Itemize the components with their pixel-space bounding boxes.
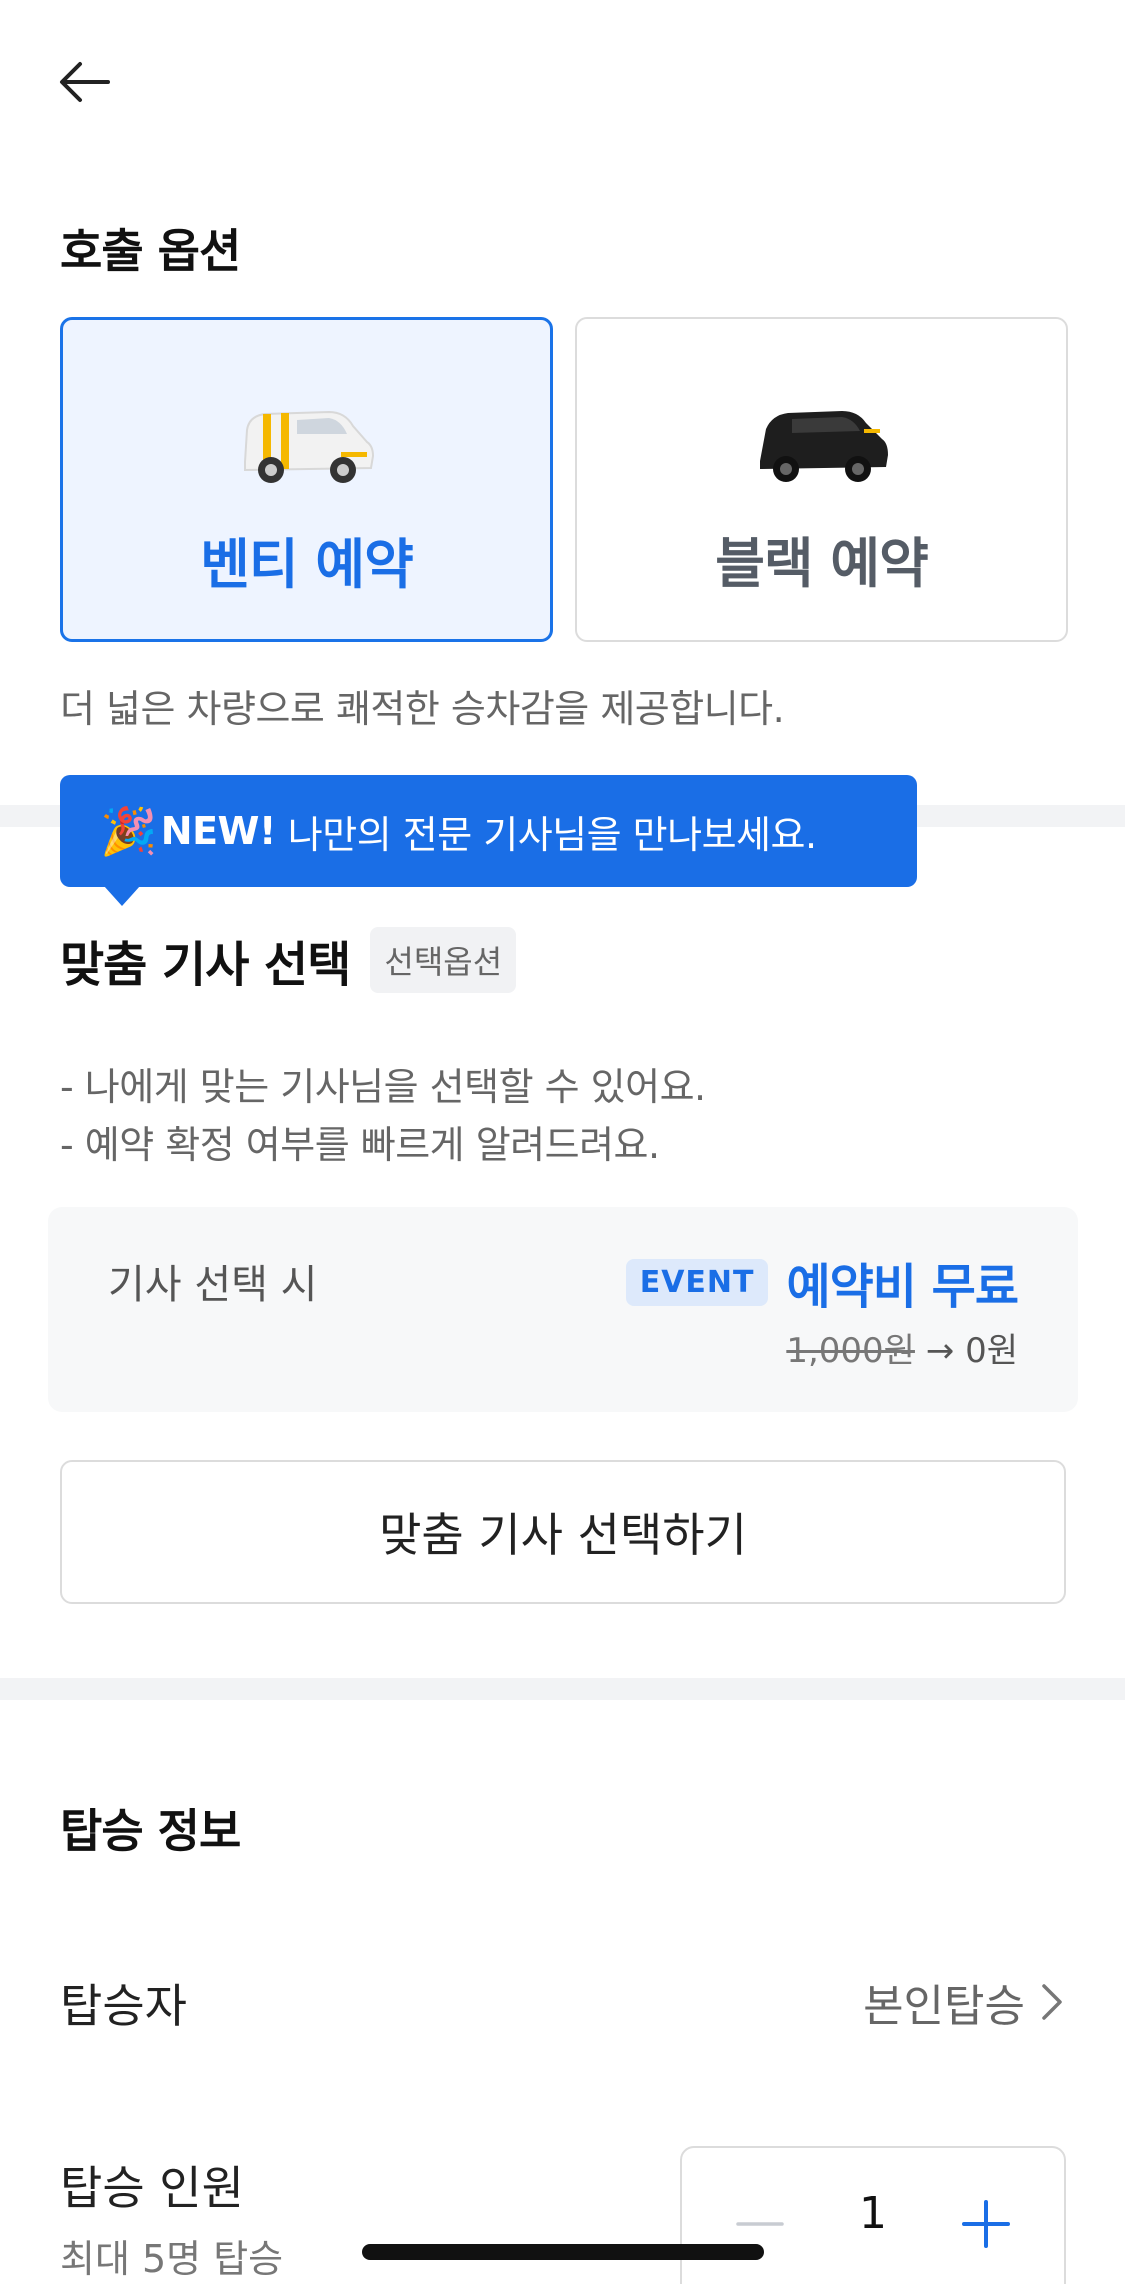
fee-detail: EVENT 예약비 무료 1,000원 → 0원 [625, 1247, 1019, 1372]
driver-select-header: 맞춤 기사 선택 선택옵션 [60, 925, 517, 995]
passenger-count-limit: 최대 5명 탑승 [60, 2237, 284, 2281]
banner-text: 나만의 전문 기사님을 만나보세요. [287, 812, 817, 857]
optional-chip: 선택옵션 [370, 927, 517, 993]
section-divider [0, 1678, 1125, 1700]
screen: 호출 옵션 벤티 예약 블랙 예약 더 넓은 차량으로 쾌적한 승차감을 제공합… [0, 0, 1125, 2284]
passenger-label: 탑승자 [60, 1979, 187, 2033]
new-feature-banner: 🎉 NEW! 나만의 전문 기사님을 만나보세요. [60, 775, 917, 887]
black-van-icon [759, 411, 888, 482]
option-venti[interactable]: 벤티 예약 [60, 317, 553, 642]
home-indicator [362, 2244, 764, 2260]
option-description: 더 넓은 차량으로 쾌적한 승차감을 제공합니다. [60, 687, 785, 731]
new-price: 0원 [965, 1331, 1018, 1371]
boarding-info-title: 탑승 정보 [60, 1804, 241, 1858]
back-button[interactable] [50, 50, 120, 120]
select-driver-button[interactable]: 맞춤 기사 선택하기 [60, 1460, 1066, 1604]
arrow-right-icon: → [925, 1331, 955, 1371]
bullet-item: - 나에게 맞는 기사님을 선택할 수 있어요. [60, 1065, 706, 1109]
passenger-count-stepper: 1 [680, 2146, 1066, 2284]
white-yellow-van-icon [243, 410, 374, 483]
fee-condition-label: 기사 선택 시 [108, 1262, 318, 1308]
option-black[interactable]: 블랙 예약 [575, 317, 1068, 642]
chevron-right-icon [1042, 1984, 1062, 2020]
party-popper-icon: 🎉 [100, 803, 157, 858]
arrow-left-icon [60, 62, 110, 102]
passenger-count-label: 탑승 인원 [60, 2161, 244, 2215]
driver-select-bullets: - 나에게 맞는 기사님을 선택할 수 있어요. - 예약 확정 여부를 빠르게… [60, 1058, 706, 1174]
banner-tail [104, 886, 140, 906]
call-options-title: 호출 옵션 [60, 224, 241, 278]
driver-select-title: 맞춤 기사 선택 [60, 937, 351, 993]
passenger-value: 본인탑승 [863, 1981, 1025, 2032]
free-fee-label: 예약비 무료 [786, 1259, 1019, 1315]
plus-icon[interactable] [956, 2194, 1016, 2254]
new-label: NEW! [160, 809, 277, 853]
option-venti-label: 벤티 예약 [200, 533, 414, 596]
option-black-label: 블랙 예약 [715, 532, 929, 595]
event-badge: EVENT [625, 1258, 769, 1306]
price-change: 1,000원 → 0원 [626, 1323, 1018, 1372]
old-price: 1,000원 [786, 1331, 915, 1371]
passenger-selector[interactable]: 본인탑승 [863, 1970, 1065, 2034]
bullet-item: - 예약 확정 여부를 빠르게 알려드려요. [60, 1123, 660, 1167]
fee-info-box: 기사 선택 시 EVENT 예약비 무료 1,000원 → 0원 [48, 1207, 1078, 1412]
